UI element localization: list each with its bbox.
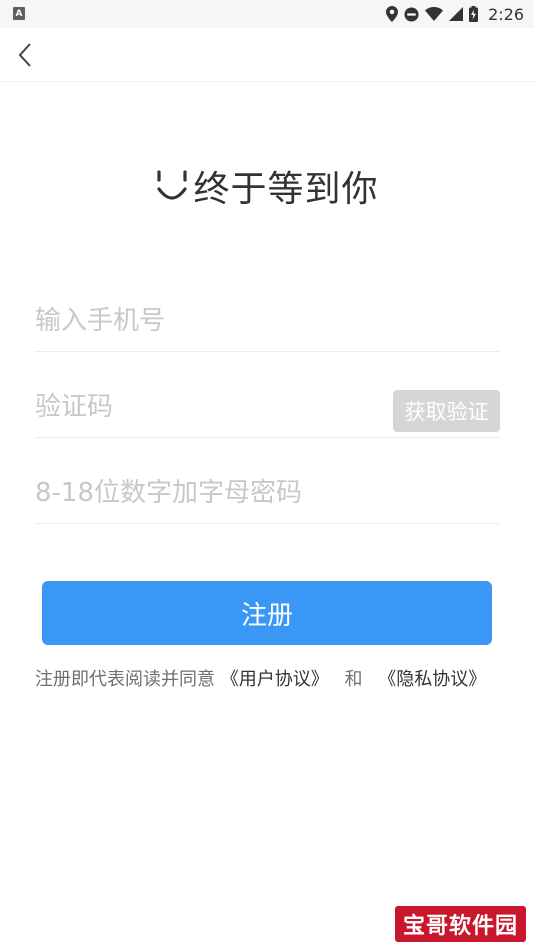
verification-code-field: 获取验证 [35,370,500,438]
welcome-title: 终于等到你 [193,169,379,210]
phone-input[interactable] [35,301,385,341]
watermark-logo: 宝哥软件园 [394,906,526,942]
register-button[interactable]: 注册 [42,581,492,645]
privacy-agreement-link[interactable]: 《隐私协议》 [378,669,486,690]
smile-icon [157,170,188,200]
welcome-heading: 终于等到你 [0,160,534,212]
get-code-button[interactable]: 获取验证 [393,390,500,432]
password-field [35,456,500,524]
status-bar: A 2:26 [0,0,534,28]
verification-code-input[interactable] [35,387,375,427]
back-button[interactable] [8,38,42,72]
agreement-prefix: 注册即代表阅读并同意 [35,669,215,690]
agreement-conjunction: 和 [344,669,363,690]
status-time: 2:26 [488,4,524,24]
do-not-disturb-icon [404,6,419,22]
signal-icon [449,7,464,21]
agreement-text: 注册即代表阅读并同意 《用户协议》 和 《隐私协议》 [35,665,486,691]
wifi-icon [425,7,444,21]
phone-field [35,284,500,352]
status-icons: 2:26 [386,4,524,24]
app-notification-icon: A [13,7,25,20]
battery-charging-icon [469,6,479,22]
location-icon [386,6,399,22]
chevron-left-icon [18,43,31,67]
nav-bar [0,28,534,82]
user-agreement-link[interactable]: 《用户协议》 [221,669,329,690]
password-input[interactable] [35,473,485,513]
